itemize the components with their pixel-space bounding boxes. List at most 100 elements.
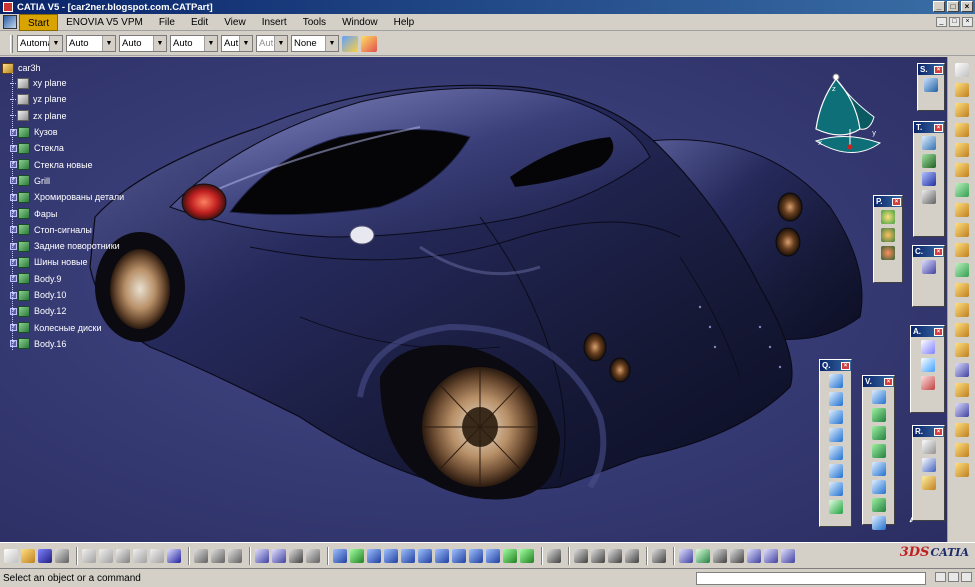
help-icon[interactable]	[167, 548, 181, 563]
cut-icon[interactable]	[82, 548, 96, 563]
close-icon[interactable]: ×	[841, 361, 850, 370]
view-icon[interactable]	[871, 498, 886, 512]
measure-between-icon[interactable]	[574, 548, 588, 563]
new-icon[interactable]	[4, 548, 18, 563]
chevron-down-icon[interactable]: ▼	[274, 36, 287, 51]
comment-icon[interactable]	[228, 548, 242, 563]
fit-all-icon[interactable]	[350, 548, 364, 563]
tree-item[interactable]: + Колесные диски	[2, 319, 162, 335]
view-icon[interactable]	[871, 390, 886, 404]
shading-icon[interactable]	[486, 548, 500, 563]
point-type-combo[interactable]: Aut ▼	[256, 35, 288, 52]
thickness-icon[interactable]	[954, 263, 969, 277]
tree-item[interactable]: zx plane	[2, 108, 162, 124]
workbench-icon[interactable]	[954, 63, 969, 77]
paste-icon[interactable]	[116, 548, 130, 563]
sketch-icon[interactable]	[924, 78, 938, 92]
menu-tools[interactable]: Tools	[295, 14, 334, 31]
menu-help[interactable]: Help	[386, 14, 423, 31]
layer-combo[interactable]: Automa▼	[17, 35, 63, 52]
sphere-icon[interactable]	[828, 500, 843, 514]
cube-icon[interactable]	[828, 464, 843, 478]
painter-icon[interactable]	[342, 35, 358, 52]
plane-icon[interactable]	[921, 476, 936, 490]
chevron-down-icon[interactable]: ▼	[325, 36, 338, 51]
menu-insert[interactable]: Insert	[254, 14, 295, 31]
scene-icon[interactable]	[713, 548, 727, 563]
tree-item[interactable]: + Body.12	[2, 303, 162, 319]
measure-inertia-icon[interactable]	[608, 548, 622, 563]
close-surface-icon[interactable]	[954, 343, 969, 357]
tree-item[interactable]: + Стекла новые	[2, 156, 162, 172]
sketch-icon[interactable]	[954, 103, 969, 117]
brush-icon[interactable]	[361, 35, 377, 52]
command-input[interactable]	[696, 572, 926, 585]
tree-item[interactable]: + Кузов	[2, 124, 162, 140]
tree-item[interactable]: + Grill	[2, 173, 162, 189]
annotation-icon[interactable]	[211, 548, 225, 563]
macro-icon[interactable]	[272, 548, 286, 563]
cube-icon[interactable]	[828, 410, 843, 424]
toolbar-titlebar[interactable]: P. ×	[874, 196, 902, 207]
view-icon[interactable]	[871, 426, 886, 440]
zoom-out-icon[interactable]	[418, 548, 432, 563]
menu-edit[interactable]: Edit	[183, 14, 216, 31]
toolbar-titlebar[interactable]: C. ×	[913, 246, 944, 257]
color-combo[interactable]: Auto ▼	[66, 35, 116, 52]
camera-icon[interactable]	[764, 548, 778, 563]
close-button[interactable]: ×	[961, 1, 973, 12]
redo-icon[interactable]	[150, 548, 164, 563]
save-icon[interactable]	[38, 548, 52, 563]
tree-item[interactable]: + Стоп-сигналы	[2, 222, 162, 238]
cursor-icon[interactable]	[954, 83, 969, 97]
toolbar-titlebar[interactable]: A. ×	[911, 326, 944, 337]
pan-icon[interactable]	[367, 548, 381, 563]
toolbar-titlebar[interactable]: T. ×	[914, 122, 944, 133]
line-thickness-combo[interactable]: Auto ▼	[170, 35, 218, 52]
constraint-icon[interactable]	[921, 260, 936, 274]
chevron-down-icon[interactable]: ▼	[204, 36, 217, 51]
doc-restore-button[interactable]: □	[949, 17, 960, 27]
chevron-down-icon[interactable]: ▼	[49, 36, 62, 51]
print-icon[interactable]	[55, 548, 69, 563]
line-icon[interactable]	[921, 458, 936, 472]
multi-view-icon[interactable]	[452, 548, 466, 563]
fillet-icon[interactable]	[954, 183, 969, 197]
toolbar-titlebar[interactable]: S. ×	[918, 64, 944, 75]
menu-window[interactable]: Window	[334, 14, 386, 31]
menu-enovia[interactable]: ENOVIA V5 VPM	[58, 14, 151, 31]
cube-icon[interactable]	[828, 392, 843, 406]
thick-surface-icon[interactable]	[954, 323, 969, 337]
tree-item[interactable]: + Фары	[2, 205, 162, 221]
measure-item-icon[interactable]	[591, 548, 605, 563]
tree-item[interactable]: yz plane	[2, 91, 162, 107]
photo-studio-icon[interactable]	[652, 548, 666, 563]
toolbar-titlebar[interactable]: Q. ×	[820, 360, 851, 371]
thread-icon[interactable]	[954, 283, 969, 297]
swap-space-icon[interactable]	[520, 548, 534, 563]
render-style-combo[interactable]: None ▼	[291, 35, 339, 52]
boolean-icon[interactable]	[954, 463, 969, 477]
point-icon[interactable]	[921, 440, 936, 454]
iso-view-icon[interactable]	[469, 548, 483, 563]
toolbar-grip[interactable]	[10, 34, 13, 53]
document-icon[interactable]	[3, 15, 17, 29]
close-icon[interactable]: ×	[934, 427, 943, 436]
tree-item[interactable]: + Задние поворотники	[2, 238, 162, 254]
tree-item[interactable]: + Стекла	[2, 140, 162, 156]
work-object-icon[interactable]	[922, 190, 936, 204]
toolbar-titlebar[interactable]: V. ×	[863, 376, 894, 387]
split-icon[interactable]	[954, 303, 969, 317]
view-icon[interactable]	[871, 408, 886, 422]
shell-icon[interactable]	[954, 243, 969, 257]
render-icon[interactable]	[781, 548, 795, 563]
tree-item[interactable]: + Шины новые	[2, 254, 162, 270]
close-icon[interactable]: ×	[934, 123, 943, 132]
catalog-icon[interactable]	[255, 548, 269, 563]
view-icon[interactable]	[871, 462, 886, 476]
cube-icon[interactable]	[828, 374, 843, 388]
measure-icon[interactable]	[920, 340, 935, 354]
hole-icon[interactable]	[954, 163, 969, 177]
doc-minimize-button[interactable]: _	[936, 17, 947, 27]
spiral-icon[interactable]	[679, 548, 693, 563]
